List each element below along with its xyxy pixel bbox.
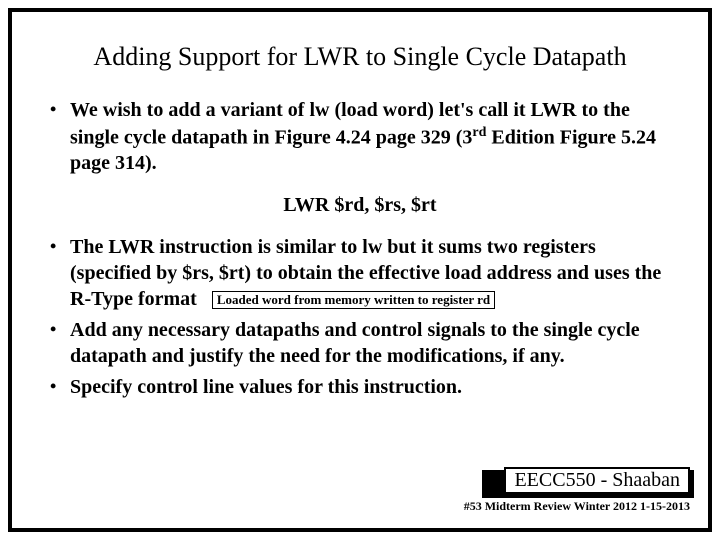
- annotation-box: Loaded word from memory written to regis…: [212, 291, 495, 309]
- bullet-1-sup: rd: [472, 125, 486, 140]
- slide-frame: Adding Support for LWR to Single Cycle D…: [8, 8, 712, 532]
- bullet-1: We wish to add a variant of lw (load wor…: [42, 98, 678, 176]
- bullet-list-1: We wish to add a variant of lw (load wor…: [42, 98, 678, 176]
- footer-course: EECC550 - Shaaban: [514, 469, 680, 491]
- slide-title: Adding Support for LWR to Single Cycle D…: [42, 42, 678, 72]
- bullet-2: The LWR instruction is similar to lw but…: [42, 235, 678, 312]
- bullet-list-2: The LWR instruction is similar to lw but…: [42, 235, 678, 401]
- bullet-3: Add any necessary datapaths and control …: [42, 318, 678, 369]
- slide-content: Adding Support for LWR to Single Cycle D…: [12, 12, 708, 417]
- bullet-4: Specify control line values for this ins…: [42, 375, 678, 401]
- footer-course-box: EECC550 - Shaaban: [504, 467, 690, 494]
- footer-meta: #53 Midterm Review Winter 2012 1-15-2013: [464, 499, 690, 514]
- syntax-line: LWR $rd, $rs, $rt: [42, 194, 678, 217]
